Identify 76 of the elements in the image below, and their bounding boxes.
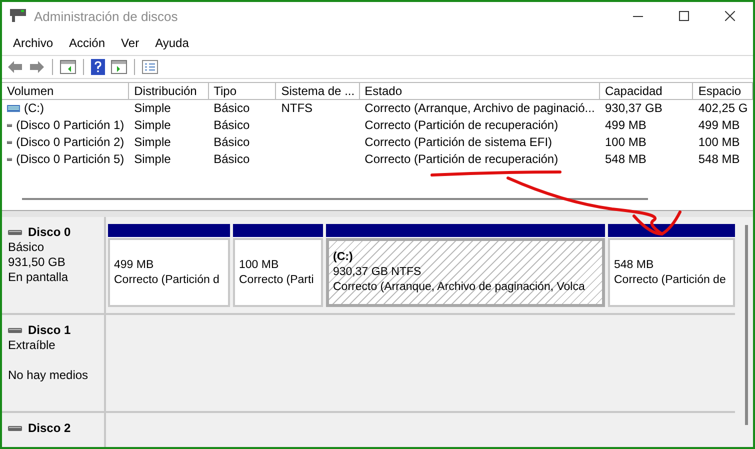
- partition-size: 548 MB: [614, 258, 655, 272]
- table-cell: 402,25 G: [698, 100, 748, 117]
- table-cell: Simple: [134, 100, 171, 117]
- column-header[interactable]: Distribución: [129, 82, 209, 100]
- menu-item[interactable]: Archivo: [6, 34, 60, 52]
- disk-info-panel[interactable]: Disco 1 Extraíble No hay medios: [2, 315, 106, 411]
- table-cell: Correcto (Partición de recuperación): [364, 117, 558, 134]
- column-header[interactable]: Tipo: [208, 82, 276, 100]
- table-cell: 930,37 GB: [604, 100, 662, 117]
- table-cell: 499 MB: [698, 117, 740, 134]
- column-header[interactable]: Espacio: [693, 82, 753, 100]
- table-cell: Correcto (Arranque, Archivo de paginació...: [364, 100, 595, 117]
- disk-info-panel[interactable]: Disco 2: [2, 413, 106, 447]
- table-cell: (Disco 0 Partición 1): [16, 117, 124, 134]
- disk-type: Básico: [8, 240, 46, 255]
- table-cell: Básico: [214, 134, 250, 151]
- table-cell: (C:): [24, 100, 44, 117]
- table-cell: Simple: [134, 117, 171, 134]
- disk-drive-icon: [10, 9, 26, 23]
- disk-type: Extraíble: [8, 338, 56, 353]
- partition-label: (C:): [333, 250, 354, 265]
- partition-status: Correcto (Parti: [239, 272, 315, 288]
- table-cell: Simple: [134, 134, 171, 151]
- scrollbar-thumb[interactable]: [745, 225, 748, 425]
- column-header[interactable]: Volumen: [2, 82, 130, 100]
- maximize-icon: [679, 11, 689, 21]
- forward-button[interactable]: [28, 59, 46, 75]
- volume-icon: [7, 105, 20, 112]
- scrollbar-thumb[interactable]: [22, 198, 648, 200]
- column-header[interactable]: Estado: [360, 82, 600, 100]
- partition-block[interactable]: 548 MB Correcto (Partición de: [608, 224, 735, 307]
- table-cell: 100 MB: [698, 134, 740, 151]
- disk-info-panel[interactable]: Disco 0 Básico 931,50 GB En pantalla: [2, 217, 106, 313]
- disk-name: Disco 0: [28, 225, 71, 240]
- table-cell: 499 MB: [604, 117, 646, 134]
- table-cell: Básico: [214, 151, 250, 168]
- console-tree-button[interactable]: [59, 59, 77, 75]
- partition-block[interactable]: 100 MB Correcto (Parti: [233, 224, 323, 307]
- disk-name: Disco 2: [28, 421, 71, 436]
- menu-item[interactable]: Ayuda: [148, 34, 196, 52]
- action-pane-button[interactable]: [110, 59, 128, 75]
- disk-name: Disco 1: [28, 323, 71, 338]
- table-cell: (Disco 0 Partición 2): [16, 134, 124, 151]
- disk-icon: [8, 328, 22, 333]
- table-cell: Básico: [214, 117, 250, 134]
- window-title: Administración de discos: [34, 8, 179, 24]
- table-cell: (Disco 0 Partición 5): [16, 151, 124, 168]
- table-cell: Básico: [214, 100, 250, 117]
- menu-item[interactable]: Ver: [114, 34, 146, 52]
- disk-icon: [8, 230, 22, 235]
- table-cell: Correcto (Partición de sistema EFI): [364, 134, 552, 151]
- partition-block[interactable]: 499 MB Correcto (Partición d: [108, 224, 230, 307]
- properties-button[interactable]: [141, 59, 159, 75]
- partition-size: 930,37 GB NTFS: [333, 265, 422, 280]
- disk-size: 931,50 GB: [8, 255, 66, 270]
- table-cell: 548 MB: [698, 151, 740, 168]
- partition-status: Correcto (Arranque, Archivo de paginación, Volca: [333, 280, 586, 295]
- disk-status: No hay medios: [8, 368, 90, 383]
- back-button[interactable]: [6, 59, 24, 75]
- table-cell: Simple: [134, 151, 171, 168]
- close-icon: [725, 11, 735, 21]
- column-header[interactable]: Capacidad: [600, 82, 694, 100]
- partition-block[interactable]: (C:) 930,37 GB NTFS Correcto (Arranque, Archivo de paginación, Volca: [326, 224, 605, 307]
- partition-size: 499 MB: [114, 258, 155, 272]
- disk-icon: [8, 426, 22, 431]
- table-cell: 548 MB: [604, 151, 646, 168]
- table-cell: Correcto (Partición de recuperación): [364, 151, 558, 168]
- partition-status: Correcto (Partición de: [614, 272, 727, 288]
- column-header[interactable]: Sistema de ...: [276, 82, 360, 100]
- disk-status: En pantalla: [8, 270, 70, 285]
- help-button[interactable]: [90, 58, 106, 76]
- table-cell: NTFS: [281, 100, 313, 117]
- partition-size: 100 MB: [239, 258, 280, 272]
- table-cell: 100 MB: [604, 134, 646, 151]
- partition-status: Correcto (Partición d: [114, 272, 220, 288]
- menu-item[interactable]: Acción: [62, 34, 112, 52]
